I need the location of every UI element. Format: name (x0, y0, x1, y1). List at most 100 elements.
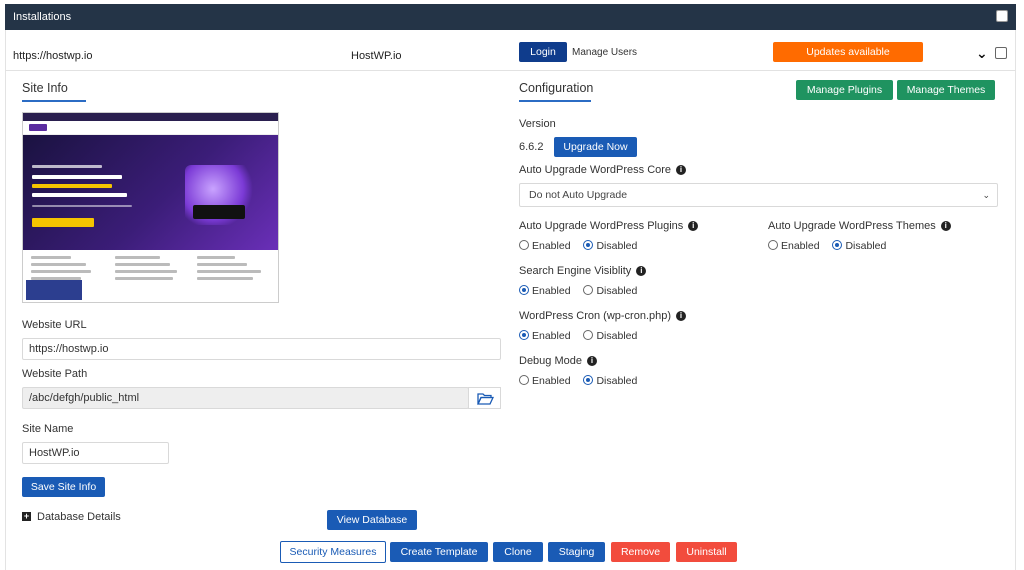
search-disabled-option[interactable]: Disabled (583, 285, 637, 297)
search-engine-label: Search Engine Visiblity i (519, 265, 647, 277)
auto-upgrade-core-value: Do not Auto Upgrade (529, 189, 628, 201)
radio-label: Disabled (845, 240, 887, 252)
manage-themes-button[interactable]: Manage Themes (897, 80, 995, 100)
auto-upgrade-themes-radios: Enabled Disabled (768, 240, 896, 252)
debug-enabled-option[interactable]: Enabled (519, 375, 571, 387)
preview-announcement-bar (23, 113, 278, 121)
website-url-input[interactable]: https://hostwp.io (22, 338, 501, 360)
info-icon[interactable]: i (587, 356, 597, 367)
plugins-disabled-option[interactable]: Disabled (583, 240, 637, 252)
radio-button[interactable] (768, 240, 778, 251)
info-icon[interactable]: i (688, 221, 699, 232)
version-label: Version (519, 118, 556, 130)
create-template-button[interactable]: Create Template (390, 542, 488, 562)
radio-label: Disabled (596, 375, 638, 387)
debug-disabled-option[interactable]: Disabled (583, 375, 637, 387)
auto-upgrade-plugins-text: Auto Upgrade WordPress Plugins (519, 220, 684, 232)
view-database-button[interactable]: View Database (327, 510, 417, 530)
search-engine-radios: Enabled Disabled (519, 285, 647, 297)
updates-available-button[interactable]: Updates available (773, 42, 923, 62)
configuration-title[interactable]: Configuration (519, 81, 593, 95)
search-enabled-option[interactable]: Enabled (519, 285, 571, 297)
radio-button[interactable] (583, 240, 594, 251)
plugins-enabled-option[interactable]: Enabled (519, 240, 571, 252)
radio-button[interactable] (583, 375, 594, 386)
radio-label: Enabled (532, 330, 571, 342)
preview-navbar (23, 121, 278, 135)
debug-mode-text: Debug Mode (519, 355, 582, 367)
auto-upgrade-core-label: Auto Upgrade WordPress Core i (519, 164, 687, 176)
wp-cron-radios: Enabled Disabled (519, 330, 647, 342)
info-icon[interactable]: i (676, 165, 687, 176)
radio-label: Disabled (596, 240, 638, 252)
uninstall-button[interactable]: Uninstall (676, 542, 737, 562)
auto-upgrade-core-select[interactable]: Do not Auto Upgrade ⌄ (519, 183, 998, 207)
website-url-label: Website URL (22, 319, 87, 331)
preview-feature-column (115, 256, 185, 284)
themes-disabled-option[interactable]: Disabled (832, 240, 886, 252)
auto-upgrade-plugins-radios: Enabled Disabled (519, 240, 647, 252)
auto-upgrade-core-text: Auto Upgrade WordPress Core (519, 164, 672, 176)
staging-button[interactable]: Staging (548, 542, 605, 562)
themes-enabled-option[interactable]: Enabled (768, 240, 820, 252)
select-all-checkbox[interactable] (996, 10, 1008, 22)
auto-upgrade-themes-label: Auto Upgrade WordPress Themes i (768, 220, 951, 232)
upgrade-now-button[interactable]: Upgrade Now (554, 137, 637, 157)
installations-header: Installations (5, 4, 1016, 30)
chevron-down-icon: ⌄ (982, 190, 990, 200)
site-screenshot-preview (22, 112, 279, 303)
website-path-input[interactable]: /abc/defgh/public_html (22, 387, 469, 409)
manage-plugins-button[interactable]: Manage Plugins (796, 80, 893, 100)
wp-cron-text: WordPress Cron (wp-cron.php) (519, 310, 672, 322)
preview-logo (29, 124, 47, 131)
preview-hero-line (32, 184, 112, 188)
wp-cron-label: WordPress Cron (wp-cron.php) i (519, 310, 687, 322)
folder-open-icon[interactable] (468, 387, 501, 409)
info-icon[interactable]: i (636, 266, 647, 277)
cron-enabled-option[interactable]: Enabled (519, 330, 571, 342)
manage-users-link[interactable]: Manage Users (572, 47, 637, 58)
preview-features (23, 250, 278, 302)
radio-button[interactable] (832, 240, 843, 251)
auto-upgrade-themes-text: Auto Upgrade WordPress Themes (768, 220, 936, 232)
remove-button[interactable]: Remove (611, 542, 670, 562)
radio-button[interactable] (583, 285, 594, 296)
radio-button[interactable] (519, 330, 529, 341)
preview-hero-line (32, 193, 127, 197)
radio-label: Enabled (781, 240, 820, 252)
info-icon[interactable]: i (676, 311, 687, 322)
site-name-label: Site Name (22, 423, 74, 435)
radio-label: Enabled (532, 375, 571, 387)
expand-plus-icon[interactable]: + (22, 512, 31, 521)
debug-mode-label: Debug Mode i (519, 355, 597, 367)
radio-button[interactable] (519, 240, 529, 251)
security-measures-button[interactable]: Security Measures (280, 541, 386, 563)
site-info-title[interactable]: Site Info (22, 81, 68, 95)
site-name-input[interactable]: HostWP.io (22, 442, 169, 464)
chevron-down-icon[interactable]: ⌄ (976, 45, 988, 62)
site-info-underline (22, 100, 86, 102)
version-value: 6.6.2 (519, 141, 544, 153)
radio-button[interactable] (519, 375, 529, 386)
clone-button[interactable]: Clone (493, 542, 543, 562)
installation-checkbox[interactable] (995, 47, 1007, 59)
auto-upgrade-plugins-label: Auto Upgrade WordPress Plugins i (519, 220, 699, 232)
radio-label: Disabled (596, 330, 638, 342)
preview-hero-line (32, 165, 102, 168)
radio-label: Disabled (596, 285, 638, 297)
database-details-label[interactable]: Database Details (37, 511, 121, 523)
info-icon[interactable]: i (940, 221, 951, 232)
preview-hero-line (32, 205, 132, 207)
login-button[interactable]: Login (519, 42, 567, 62)
radio-button[interactable] (583, 330, 594, 341)
preview-cta (32, 218, 94, 227)
search-engine-text: Search Engine Visiblity (519, 265, 632, 277)
radio-button[interactable] (519, 285, 529, 296)
preview-feature-column (197, 256, 267, 284)
installation-row: https://hostwp.io HostWP.io Login Manage… (5, 40, 1016, 70)
save-site-info-button[interactable]: Save Site Info (22, 477, 105, 497)
radio-label: Enabled (532, 285, 571, 297)
preview-hero-line (32, 175, 122, 179)
cron-disabled-option[interactable]: Disabled (583, 330, 637, 342)
installation-url[interactable]: https://hostwp.io (13, 50, 93, 62)
